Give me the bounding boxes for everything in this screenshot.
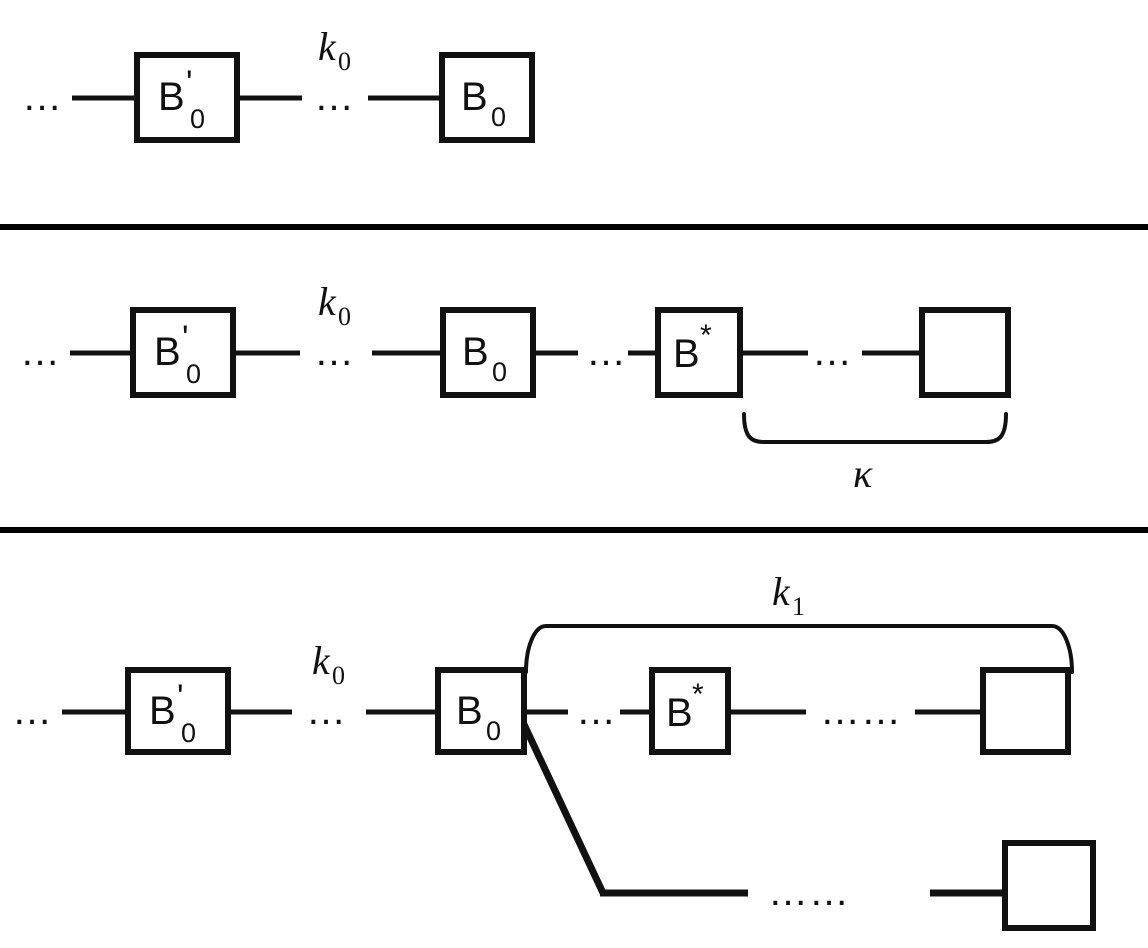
p3-ellipsis-left: …: [12, 689, 53, 733]
p3-label-k0: k 0: [312, 638, 345, 690]
wire-p3-branch-diagonal: [517, 716, 607, 895]
p1-box-bprime0: B ' 0: [134, 52, 240, 143]
p2-label-kappa: κ: [853, 451, 873, 496]
p2-ellipsis-left: …: [20, 330, 61, 374]
p3-box-b0: B 0: [435, 667, 527, 755]
p2-box-bprime0-base: B: [154, 330, 181, 374]
panel-divider-2: [0, 527, 1148, 533]
panel-1: … B ' 0 … k 0 B 0: [22, 24, 535, 143]
p1-ellipsis-left: …: [22, 75, 63, 119]
p3-ellipsis-branch: ……: [768, 870, 850, 914]
p2-box-bprime0: B ' 0: [130, 307, 236, 398]
p2-box-empty-rect: [919, 307, 1011, 398]
p2-box-b0: B 0: [440, 307, 536, 398]
p3-box-empty-top-rect: [980, 667, 1071, 755]
figure-canvas: … B ' 0 … k 0 B 0 … B ' 0 … k 0 B 0 … B …: [0, 0, 1148, 948]
p1-box-b0: B 0: [439, 52, 535, 143]
p2-label-k0-base: k: [318, 279, 337, 324]
p1-box-bprime0-subscript: 0: [190, 104, 205, 134]
p2-ellipsis-2: …: [586, 330, 627, 374]
p3-label-k1-subscript: 1: [792, 592, 805, 621]
p3-box-empty-branch-rect: [1002, 840, 1096, 931]
p3-ellipsis-mid: …: [306, 689, 347, 733]
p2-box-empty: [919, 307, 1011, 398]
p3-box-bprime0: B ' 0: [125, 667, 231, 755]
p3-box-bstar-base: B: [666, 691, 693, 735]
p2-box-b0-base: B: [462, 330, 489, 374]
p2-brace-kappa: [742, 412, 1008, 444]
p3-box-empty-top: [980, 667, 1071, 755]
p2-ellipsis-mid: …: [314, 330, 355, 374]
p3-box-b0-base: B: [456, 689, 483, 733]
p3-box-empty-branch: [1002, 840, 1096, 931]
panel-3: k 1 … B ' 0 … k 0 B 0 … B * …… ……: [12, 569, 1096, 931]
p3-box-bprime0-subscript: 0: [181, 718, 196, 748]
p3-box-bstar-star: *: [692, 678, 704, 711]
p2-box-bstar-base: B: [673, 332, 700, 376]
p3-brace-k1: [524, 624, 1074, 674]
p3-box-bprime0-base: B: [149, 689, 176, 733]
p2-box-b0-subscript: 0: [492, 357, 507, 387]
p3-box-b0-subscript: 0: [486, 716, 501, 746]
p2-box-bprime0-prime: ': [182, 319, 189, 357]
p2-label-k0: k 0: [318, 279, 351, 331]
diagram-svg: … B ' 0 … k 0 B 0 … B ' 0 … k 0 B 0 … B …: [0, 24, 1148, 931]
p2-box-bstar: B *: [655, 307, 743, 398]
p2-box-bprime0-subscript: 0: [186, 359, 201, 389]
p1-label-k0-base: k: [318, 24, 337, 69]
p1-ellipsis-mid: …: [314, 75, 355, 119]
p3-box-bprime0-prime: ': [177, 678, 184, 716]
p3-ellipsis-3: ……: [820, 689, 902, 733]
panel-2: … B ' 0 … k 0 B 0 … B * … κ: [20, 279, 1011, 496]
p1-box-b0-base: B: [461, 75, 488, 119]
panel-divider-1: [0, 224, 1148, 230]
p3-label-k0-base: k: [312, 638, 331, 683]
p1-box-b0-subscript: 0: [491, 102, 506, 132]
p2-label-k0-subscript: 0: [338, 302, 351, 331]
p3-ellipsis-2: …: [576, 689, 617, 733]
p3-label-k0-subscript: 0: [332, 661, 345, 690]
p1-label-k0: k 0: [318, 24, 351, 76]
p2-box-bstar-star: *: [700, 319, 712, 352]
p1-label-k0-subscript: 0: [338, 47, 351, 76]
p3-box-bstar: B *: [649, 667, 731, 755]
p1-box-bprime0-prime: ': [186, 64, 193, 102]
p2-ellipsis-3: …: [812, 330, 853, 374]
p3-label-k1: k 1: [772, 569, 805, 621]
p3-label-k1-base: k: [772, 569, 791, 614]
p1-box-bprime0-base: B: [158, 75, 185, 119]
p3-branch-wires: [517, 716, 1005, 897]
